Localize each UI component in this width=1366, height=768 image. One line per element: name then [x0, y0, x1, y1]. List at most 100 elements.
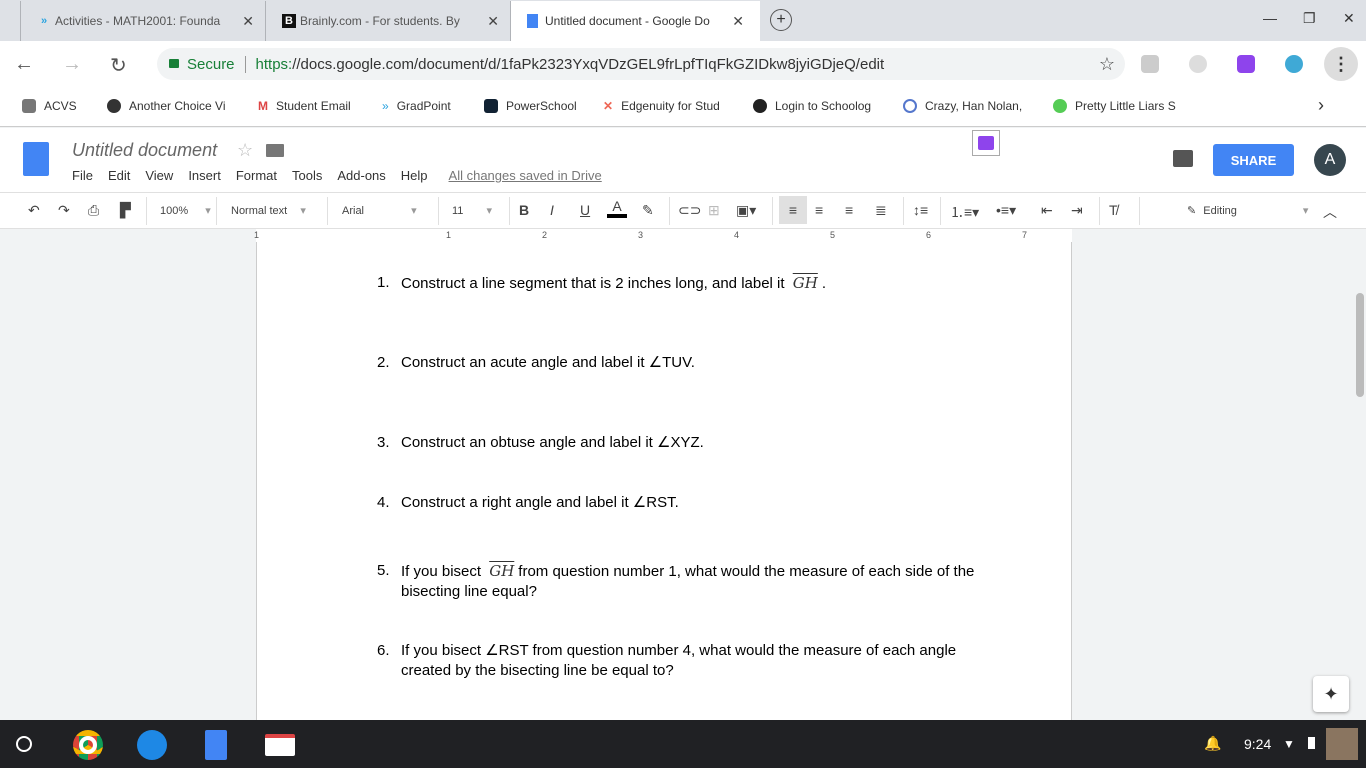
ruler-label: 4 — [734, 230, 740, 240]
bookmark[interactable]: Pretty Little Liars S — [1053, 99, 1176, 113]
scrollbar[interactable] — [1356, 293, 1364, 397]
close-tab-icon[interactable]: ✕ — [242, 13, 254, 30]
menu-add-ons[interactable]: Add-ons — [337, 168, 385, 183]
menu-format[interactable]: Format — [236, 168, 277, 183]
chrome-app-icon[interactable] — [73, 730, 103, 760]
ruler-label: 7 — [1022, 230, 1028, 240]
menu-edit[interactable]: Edit — [108, 168, 130, 183]
bookmark[interactable]: M Student Email — [258, 99, 351, 113]
collapse-toolbar-icon[interactable]: ︿ — [1323, 202, 1337, 222]
address-bar-row: ← → ↻ Secure https://docs.google.com/doc… — [0, 41, 1366, 87]
folder-icon[interactable] — [266, 144, 284, 157]
bookmark[interactable]: Crazy, Han Nolan, — [903, 99, 1022, 113]
maximize-button[interactable]: ❐ — [1303, 10, 1316, 27]
line-spacing-icon[interactable]: ↕≡ — [913, 202, 928, 218]
ruler-label: 6 — [926, 230, 932, 240]
menu-view[interactable]: View — [145, 168, 173, 183]
bookmark-star-icon[interactable]: ☆ — [1099, 54, 1115, 75]
bookmark[interactable]: » GradPoint — [382, 99, 451, 113]
launcher-icon[interactable] — [16, 736, 32, 752]
extension-icon[interactable] — [1285, 55, 1303, 73]
align-right-button[interactable]: ≡ — [845, 202, 853, 218]
extension-icon[interactable] — [1189, 55, 1207, 73]
zoom-select[interactable]: 100% ▾ — [160, 204, 211, 217]
reload-button[interactable]: ↻ — [110, 53, 127, 78]
docs-app-icon[interactable] — [205, 730, 227, 760]
question-3: 3. Construct an obtuse angle and label it… — [377, 434, 704, 451]
menu-help[interactable]: Help — [401, 168, 428, 183]
question-6: 6. If you bisect ∠RST from question numbe… — [377, 642, 957, 679]
files-app-icon[interactable] — [137, 730, 167, 760]
question-1: 1. Construct a line segment that is 2 inc… — [377, 274, 826, 292]
ruler-label: 2 — [542, 230, 548, 240]
explore-button[interactable]: ✦ — [1313, 676, 1349, 712]
insert-image-icon[interactable]: ▣▾ — [736, 202, 756, 219]
bookmark[interactable]: Another Choice Vi — [107, 99, 226, 113]
highlight-icon[interactable]: ✎ — [642, 202, 654, 219]
star-icon[interactable]: ☆ — [237, 140, 253, 161]
wifi-icon[interactable]: ▼ — [1283, 737, 1295, 751]
share-button[interactable]: SHARE — [1213, 144, 1294, 176]
menu-tools[interactable]: Tools — [292, 168, 322, 183]
gmail-app-icon[interactable] — [265, 734, 295, 756]
bookmark[interactable]: ACVS — [22, 99, 77, 113]
close-tab-icon[interactable]: ✕ — [487, 13, 499, 30]
increase-indent-icon[interactable]: ⇥ — [1071, 202, 1083, 219]
align-center-button[interactable]: ≡ — [815, 202, 823, 218]
tab-math2001[interactable]: » Activities - MATH2001: Founda ✕ — [20, 1, 270, 41]
url-input[interactable]: Secure https://docs.google.com/document/… — [157, 48, 1125, 80]
back-button[interactable]: ← — [14, 53, 34, 76]
paint-format-icon[interactable]: ▛ — [120, 202, 131, 219]
question-4: 4. Construct a right angle and label it ∠… — [377, 494, 679, 511]
battery-icon[interactable] — [1308, 737, 1315, 749]
close-tab-icon[interactable]: ✕ — [732, 13, 744, 30]
bookmark[interactable]: Login to Schoolog — [753, 99, 871, 113]
avatar[interactable]: A — [1314, 144, 1346, 176]
document-page[interactable]: 1. Construct a line segment that is 2 inc… — [256, 242, 1072, 720]
undo-icon[interactable]: ↶ — [28, 202, 40, 219]
close-window-button[interactable]: ✕ — [1343, 10, 1355, 27]
clear-formatting-icon[interactable]: T̸ — [1109, 202, 1118, 218]
bulleted-list-icon[interactable]: •≡▾ — [996, 202, 1016, 219]
insert-comment-icon[interactable]: ⊞ — [708, 202, 720, 219]
style-select[interactable]: Normal text ▾ — [231, 204, 306, 217]
justify-button[interactable]: ≣ — [875, 202, 887, 219]
link-icon[interactable]: ⊂⊃ — [678, 202, 701, 219]
read-write-extension-icon[interactable] — [1237, 55, 1255, 73]
menu-kebab-icon[interactable]: ⋮ — [1324, 47, 1358, 81]
comments-icon[interactable] — [1173, 150, 1193, 167]
gradpoint-icon: » — [40, 15, 48, 27]
tab-brainly[interactable]: B Brainly.com - For students. By ✕ — [265, 1, 515, 41]
text-color-button[interactable]: A — [607, 198, 627, 218]
bookmarks-bar: ACVS Another Choice Vi M Student Email » G… — [0, 87, 1366, 127]
question-2: 2. Construct an acute angle and label it … — [377, 354, 695, 371]
menu-insert[interactable]: Insert — [188, 168, 221, 183]
font-select[interactable]: Arial ▾ — [342, 204, 417, 217]
bookmark[interactable]: PowerSchool — [484, 99, 577, 113]
document-title[interactable]: Untitled document — [72, 140, 217, 161]
print-icon[interactable]: ⎙ — [88, 202, 99, 219]
underline-button[interactable]: U — [580, 202, 590, 218]
minimize-button[interactable]: — — [1263, 10, 1277, 26]
chevron-right-icon[interactable]: › — [1318, 95, 1324, 116]
new-tab-button[interactable]: + — [770, 9, 792, 31]
forward-button[interactable]: → — [62, 53, 82, 76]
editing-mode-select[interactable]: ✎ Editing ▾ — [1187, 204, 1308, 217]
italic-button[interactable]: I — [550, 202, 554, 218]
user-avatar[interactable] — [1326, 728, 1358, 760]
docs-logo-icon[interactable] — [23, 142, 49, 176]
save-status[interactable]: All changes saved in Drive — [449, 168, 602, 183]
tab-google-docs[interactable]: Untitled document - Google Do ✕ — [510, 1, 760, 41]
clock[interactable]: 9:24 — [1244, 736, 1271, 752]
redo-icon[interactable]: ↷ — [58, 202, 70, 219]
decrease-indent-icon[interactable]: ⇤ — [1041, 202, 1053, 219]
numbered-list-icon[interactable]: ⒈≡▾ — [950, 202, 979, 222]
align-left-button[interactable]: ≡ — [779, 196, 807, 224]
bookmark[interactable]: ✕ Edgenuity for Stud — [603, 99, 720, 113]
extension-icon[interactable] — [1141, 55, 1159, 73]
font-size-select[interactable]: 11 ▾ — [452, 204, 492, 217]
notification-bell-icon[interactable]: 🔔 — [1204, 735, 1221, 752]
read-write-toolbar-icon[interactable] — [972, 130, 1000, 156]
bold-button[interactable]: B — [519, 202, 529, 218]
menu-file[interactable]: File — [72, 168, 93, 183]
